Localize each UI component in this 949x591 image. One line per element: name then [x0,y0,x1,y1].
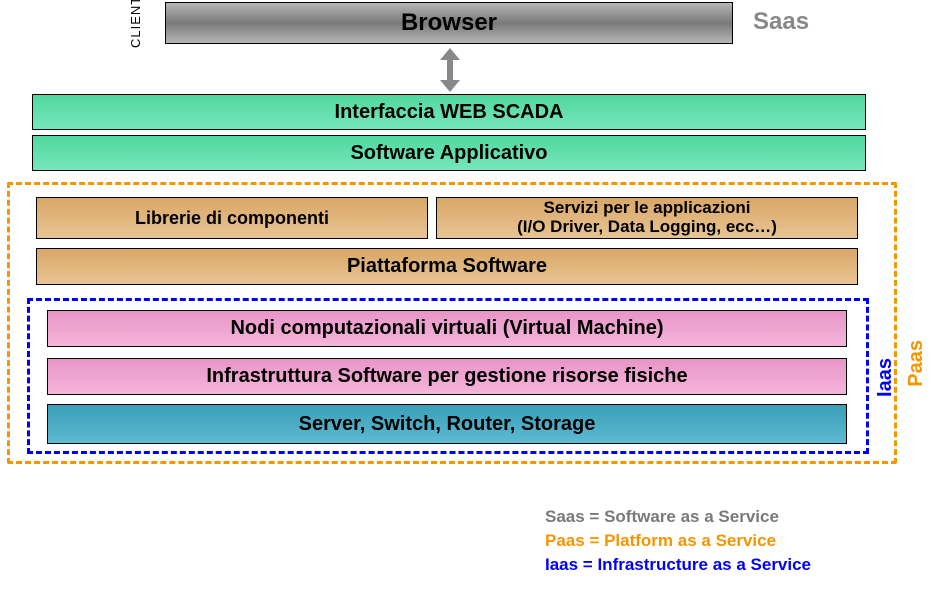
client-label: CLIENT [128,0,143,48]
servizi-line1: Servizi per le applicazioni [544,199,751,218]
bidirectional-arrow [440,48,460,92]
servizi-layer: Servizi per le applicazioni (I/O Driver,… [436,197,858,239]
piattaforma-layer: Piattaforma Software [36,248,858,285]
infra-layer: Infrastruttura Software per gestione ris… [47,358,847,395]
servizi-line2: (I/O Driver, Data Logging, ecc…) [517,218,777,237]
legend: Saas = Software as a Service Paas = Plat… [545,505,811,576]
browser-layer: Browser [165,2,733,44]
saas-side-label: Saas [753,8,809,36]
software-app-layer: Software Applicativo [32,135,866,171]
legend-paas: Paas = Platform as a Service [545,529,811,553]
nodi-layer: Nodi computazionali virtuali (Virtual Ma… [47,310,847,347]
server-layer: Server, Switch, Router, Storage [47,404,847,444]
legend-saas: Saas = Software as a Service [545,505,811,529]
librerie-layer: Librerie di componenti [36,197,428,239]
paas-side-label: Paas [905,340,928,387]
iaas-side-label: Iaas [874,358,897,397]
web-scada-layer: Interfaccia WEB SCADA [32,94,866,130]
legend-iaas: Iaas = Infrastructure as a Service [545,553,811,577]
